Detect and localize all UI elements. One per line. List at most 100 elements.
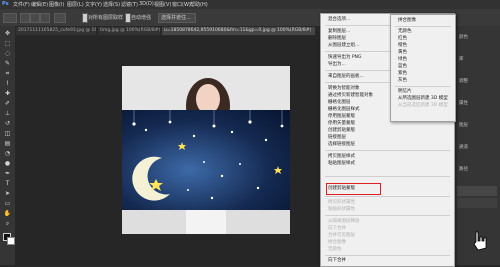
brush-size-picker[interactable] [54,13,66,23]
panel-props-label[interactable]: 属性 [459,100,468,106]
submenu-item[interactable]: 橙色 [398,43,407,49]
brush-tool-icon[interactable]: ✐ [3,100,12,108]
menu-item[interactable]: 快速导出为 PNG [328,55,362,61]
shape-tool-icon[interactable]: ▭ [3,200,12,208]
menu-item[interactable]: 链接图层 [328,135,346,141]
menu-item[interactable]: 栅格化图层样式 [328,107,360,113]
submenu-item[interactable]: 灰色 [398,78,407,84]
menu-separator [325,215,450,216]
blur-tool-icon[interactable]: ◔ [3,150,12,158]
menu-layer[interactable]: 图层(L) [67,1,84,8]
submenu-item[interactable]: 蓝色 [398,64,407,70]
menu-item[interactable]: 合并可见图层 [328,233,355,239]
panel-color-label[interactable]: 颜色 [459,34,468,40]
sample-all-layers-label: 对所有图层取样 [88,15,124,21]
pen-tool-icon[interactable]: ✒ [3,170,12,178]
hand-tool-icon[interactable]: ✋ [3,210,12,218]
document-tabs: 20171111165825_cufe93.jpg @ 16.7%(RGB/8#… [15,26,315,36]
composited-image [122,66,290,234]
brush-mode-subtract-icon[interactable] [40,13,50,23]
menu-item[interactable]: 复制图层... [328,29,350,35]
menu-item[interactable]: 栅格化图层 [328,100,351,106]
crop-tool-icon[interactable]: ⌗ [3,70,12,78]
menu-item[interactable]: 从隔离图层释放 [328,219,360,225]
stamp-tool-icon[interactable]: ⊥ [3,110,12,118]
brush-mode-add-icon[interactable] [30,13,40,23]
menu-item[interactable]: 停用矢量蒙版 [328,121,355,127]
submenu-item[interactable]: 从所选图层新建 3D 模型 [398,96,448,102]
menu-view[interactable]: 视图(V) [154,1,171,8]
menu-item[interactable]: 拼合图像 [328,240,346,246]
menu-item[interactable]: 拷贝图层样式 [328,154,355,160]
submenu-item[interactable]: 拼合图像 [398,18,416,24]
submenu-item[interactable]: 黄色 [398,50,407,56]
tab-doc-1[interactable]: 20171111165825_cufe93.jpg @ 16.7%(RGB/8#… [16,27,96,35]
menu-item[interactable]: 来自图层的画板... [328,74,364,80]
type-tool-icon[interactable]: T [3,180,12,188]
marquee-tool-icon[interactable]: ⬚ [3,40,12,48]
menu-file[interactable]: 文件(F) [13,1,30,8]
menu-item[interactable]: 粘贴图层样式 [328,161,355,167]
move-tool-icon[interactable]: ✥ [3,30,12,38]
submenu-item[interactable]: 红色 [398,36,407,42]
quick-select-tool-icon[interactable]: ✎ [3,60,12,68]
menu-bar: Ps 文件(F) 编辑(E) 图像(I) 图层(L) 文字(Y) 选择(S) 滤… [0,0,500,9]
dodge-tool-icon[interactable]: ● [3,160,12,168]
gradient-tool-icon[interactable]: ▤ [3,140,12,148]
path-select-tool-icon[interactable]: ➤ [3,190,12,198]
menu-image[interactable]: 图像(I) [49,1,64,8]
tools-panel: ✥ ⬚ ◌ ✎ ⌗ ⌇ ✚ ✐ ⊥ ↺ ◫ ▤ ◔ ● ✒ T ➤ ▭ ✋ ⌕ [0,26,16,265]
menu-item[interactable]: 拷贝形状属性 [328,200,355,206]
zoom-tool-icon[interactable]: ⌕ [3,220,12,228]
auto-enhance-label: 自动增强 [131,15,152,21]
eraser-tool-icon[interactable]: ◫ [3,130,12,138]
submenu-item[interactable]: 紫色 [398,71,407,77]
tab-doc-2[interactable]: timg.jpg @ 100%(RGB/8#) [98,27,160,35]
panel-channels-label[interactable]: 通道 [459,144,468,150]
menu-item[interactable]: 向下合并 [328,226,346,232]
brush-mode-new-icon[interactable] [20,13,30,23]
submenu-item[interactable]: 绿色 [398,57,407,63]
panel-paths-label[interactable]: 路径 [459,166,468,172]
background-color-swatch[interactable] [7,237,15,245]
menu-3d[interactable]: 3D(D) [139,1,154,7]
menu-separator [395,26,451,27]
tab-doc-3[interactable]: u=1850878642,955910680&fm=11&gp=0.jpg @ … [162,27,315,35]
panel-layers-label[interactable]: 图层 [459,122,468,128]
menu-item[interactable]: 混合选项... [328,17,350,23]
menu-item[interactable]: 粘贴形状属性 [328,207,355,213]
photoshop-logo: Ps [2,1,9,7]
eyedropper-tool-icon[interactable]: ⌇ [3,80,12,88]
menu-help[interactable]: 帮助(H) [190,1,208,8]
menu-item[interactable]: 向下合并 [328,258,346,264]
lasso-tool-icon[interactable]: ◌ [3,50,12,58]
menu-select[interactable]: 选择(S) [103,1,120,8]
menu-filter[interactable]: 滤镜(T) [121,1,138,8]
menu-item[interactable]: 无颜色 [328,247,342,253]
submenu-item[interactable]: 明信片 [398,89,412,95]
menu-edit[interactable]: 编辑(E) [31,1,48,8]
color-submenu: 拼合图像 无颜色 红色 橙色 黄色 绿色 蓝色 紫色 灰色 明信片 从所选图层新… [390,14,456,122]
submenu-item[interactable]: 从当前选区新建 3D 模型 [398,103,448,109]
menu-item[interactable]: 停用图层蒙版 [328,114,355,120]
history-brush-icon[interactable]: ↺ [3,120,12,128]
menu-item[interactable]: 创建剪贴蒙版 [328,128,355,134]
menu-item[interactable]: 从图层建立组... [328,43,359,49]
menu-item[interactable]: 导出为... [328,62,346,68]
menu-type[interactable]: 文字(Y) [85,1,102,8]
document-image[interactable] [122,66,290,234]
layer-row[interactable] [457,198,497,208]
menu-item[interactable]: 删除图层 [328,36,346,42]
menu-item[interactable]: 选择链接图层 [328,142,355,148]
panel-library-label[interactable]: 库 [459,56,464,62]
submenu-item[interactable]: 无颜色 [398,29,412,35]
panel-adjust-label[interactable]: 调整 [459,78,468,84]
menu-item[interactable]: 通过拷贝新建智能对象 [328,93,373,99]
menu-separator [325,196,450,197]
menu-window[interactable]: 窗口(W) [172,1,191,8]
menu-separator [325,150,450,151]
layer-row[interactable] [457,186,497,196]
tool-preset-button[interactable] [3,13,17,23]
healing-tool-icon[interactable]: ✚ [3,90,12,98]
menu-item[interactable]: 转换为智能对象 [328,86,360,92]
